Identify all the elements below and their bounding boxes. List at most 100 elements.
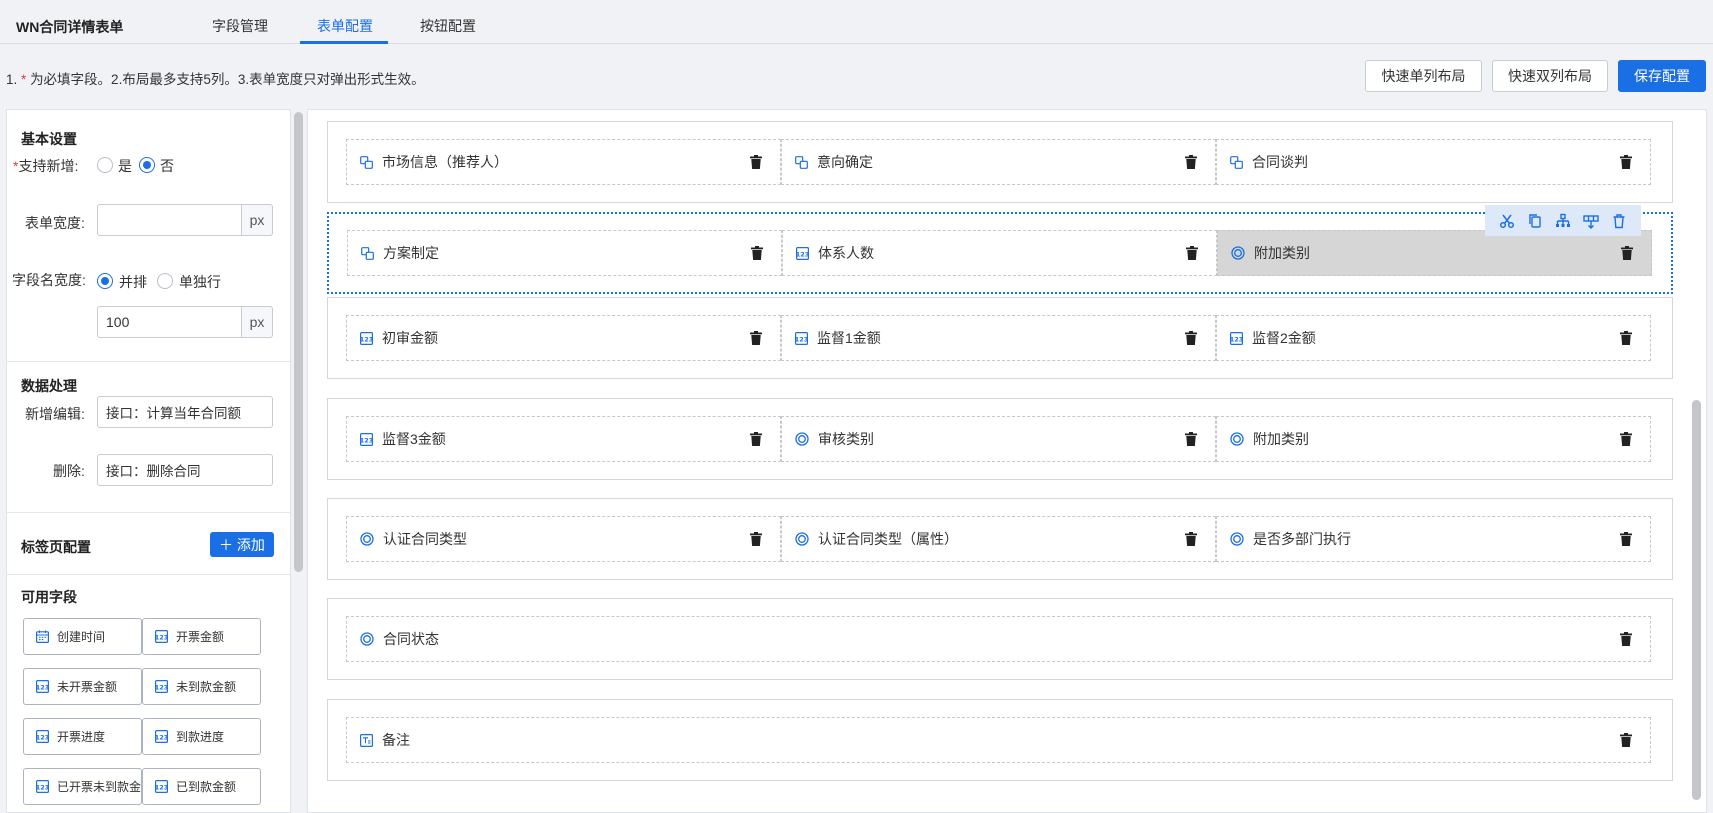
field-cell[interactable]: 123 监督1金额 bbox=[781, 315, 1216, 361]
name-width-side-by-side-radio[interactable] bbox=[97, 273, 113, 289]
quick-double-column-button[interactable]: 快速双列布局 bbox=[1492, 60, 1608, 92]
split-icon[interactable] bbox=[1554, 212, 1572, 230]
form-width-input[interactable] bbox=[97, 204, 242, 236]
trash-icon[interactable] bbox=[1186, 246, 1198, 260]
app-title: WN合同详情表单 bbox=[16, 19, 124, 35]
available-field-chip[interactable]: 123 未开票金额 bbox=[23, 668, 142, 705]
layout-row[interactable]: 市场信息（推荐人） 意向确定 合同谈判 bbox=[327, 121, 1673, 203]
field-cell[interactable]: 附加类别 bbox=[1217, 230, 1652, 276]
layout-row[interactable]: 合同状态 bbox=[327, 598, 1673, 680]
field-cell[interactable]: 备注 bbox=[346, 717, 1651, 763]
available-field-chip[interactable]: 123 开票进度 bbox=[23, 718, 142, 755]
field-cell[interactable]: 123 体系人数 bbox=[782, 230, 1217, 276]
layout-row-selected[interactable]: 方案制定 123 体系人数 附加类别 bbox=[327, 212, 1673, 294]
trash-icon[interactable] bbox=[1620, 532, 1632, 546]
allow-add-no-label: 否 bbox=[160, 158, 174, 174]
trash-icon[interactable] bbox=[1185, 155, 1197, 169]
name-width-input[interactable]: 100 bbox=[97, 306, 242, 338]
svg-text:123: 123 bbox=[796, 250, 809, 258]
available-field-chip[interactable]: 123 未到款金额 bbox=[142, 668, 261, 705]
svg-text:123: 123 bbox=[155, 683, 168, 691]
trash-icon[interactable] bbox=[750, 532, 762, 546]
field-cell[interactable]: 123 初审金额 bbox=[346, 315, 781, 361]
tab-form-config[interactable]: 表单配置 bbox=[317, 16, 373, 36]
field-label: 附加类别 bbox=[1254, 245, 1310, 261]
field-label: 合同状态 bbox=[383, 631, 439, 647]
field-cell[interactable]: 123 监督2金额 bbox=[1216, 315, 1651, 361]
field-cell[interactable]: 合同谈判 bbox=[1216, 139, 1651, 185]
field-label: 审核类别 bbox=[818, 431, 874, 447]
field-label: 初审金额 bbox=[382, 330, 438, 346]
number-icon: 123 bbox=[36, 730, 49, 743]
canvas-scrollbar[interactable] bbox=[1692, 400, 1701, 800]
trash-icon[interactable] bbox=[751, 246, 763, 260]
link-icon bbox=[361, 246, 374, 260]
available-field-chip[interactable]: 123 到款进度 bbox=[142, 718, 261, 755]
layout-row[interactable]: 备注 bbox=[327, 699, 1673, 781]
svg-text:123: 123 bbox=[1230, 335, 1243, 343]
delete-icon[interactable] bbox=[1610, 212, 1628, 230]
field-label: 未开票金额 bbox=[57, 680, 118, 694]
field-cell[interactable]: 是否多部门执行 bbox=[1216, 516, 1651, 562]
active-tab-indicator bbox=[300, 41, 388, 44]
basic-settings-title: 基本设置 bbox=[21, 131, 77, 147]
layout-row[interactable]: 认证合同类型 认证合同类型（属性） 是否多部门执行 bbox=[327, 498, 1673, 580]
add-tab-button[interactable]: ＋ 添加 bbox=[210, 532, 274, 557]
tab-field-management[interactable]: 字段管理 bbox=[212, 16, 268, 36]
trash-icon[interactable] bbox=[750, 331, 762, 345]
name-width-label: 字段名宽度: bbox=[12, 272, 86, 288]
layout-row[interactable]: 123 监督3金额 审核类别 附加类别 bbox=[327, 398, 1673, 480]
allow-add-no-radio[interactable] bbox=[139, 157, 155, 173]
field-cell[interactable]: 方案制定 bbox=[347, 230, 782, 276]
add-edit-input[interactable]: 接口：计算当年合同额 bbox=[97, 396, 273, 428]
trash-icon[interactable] bbox=[1185, 432, 1197, 446]
trash-icon[interactable] bbox=[1621, 246, 1633, 260]
available-field-chip[interactable]: 123 已到款金额 bbox=[142, 768, 261, 805]
field-label: 备注 bbox=[382, 732, 410, 748]
field-cell[interactable]: 附加类别 bbox=[1216, 416, 1651, 462]
data-processing-title: 数据处理 bbox=[21, 378, 77, 394]
trash-icon[interactable] bbox=[750, 155, 762, 169]
trash-icon[interactable] bbox=[1620, 432, 1632, 446]
available-field-chip[interactable]: 123 已开票未到款金额 bbox=[23, 768, 142, 805]
svg-text:123: 123 bbox=[360, 335, 373, 343]
number-icon: 123 bbox=[155, 680, 168, 693]
field-cell[interactable]: 认证合同类型 bbox=[346, 516, 781, 562]
svg-text:123: 123 bbox=[155, 733, 168, 741]
available-field-chip[interactable]: 123 开票金额 bbox=[142, 618, 261, 655]
field-cell[interactable]: 意向确定 bbox=[781, 139, 1216, 185]
insert-column-icon[interactable] bbox=[1582, 212, 1600, 230]
field-cell[interactable]: 认证合同类型（属性） bbox=[781, 516, 1216, 562]
textarea-icon bbox=[360, 733, 373, 747]
trash-icon[interactable] bbox=[1620, 733, 1632, 747]
trash-icon[interactable] bbox=[1185, 331, 1197, 345]
trash-icon[interactable] bbox=[1620, 155, 1632, 169]
trash-icon[interactable] bbox=[1620, 632, 1632, 646]
field-label: 到款进度 bbox=[176, 730, 225, 744]
quick-single-column-button[interactable]: 快速单列布局 bbox=[1365, 60, 1482, 92]
number-icon: 123 bbox=[360, 432, 373, 446]
field-cell[interactable]: 市场信息（推荐人） bbox=[346, 139, 781, 185]
delete-input[interactable]: 接口：删除合同 bbox=[97, 454, 273, 486]
trash-icon[interactable] bbox=[1620, 331, 1632, 345]
left-panel-scrollbar[interactable] bbox=[294, 112, 303, 572]
field-cell[interactable]: 审核类别 bbox=[781, 416, 1216, 462]
save-config-button[interactable]: 保存配置 bbox=[1618, 60, 1706, 92]
calendar-icon bbox=[36, 630, 49, 643]
divider bbox=[7, 361, 290, 362]
available-field-chip[interactable]: 创建时间 bbox=[23, 618, 142, 655]
trash-icon[interactable] bbox=[750, 432, 762, 446]
number-icon: 123 bbox=[360, 331, 373, 345]
single-line-label: 单独行 bbox=[179, 274, 221, 290]
field-cell[interactable]: 合同状态 bbox=[346, 616, 1651, 662]
copy-icon[interactable] bbox=[1526, 212, 1544, 230]
trash-icon[interactable] bbox=[1185, 532, 1197, 546]
layout-row[interactable]: 123 初审金额 123 监督1金额 123 监督2金额 bbox=[327, 297, 1673, 379]
name-width-single-line-radio[interactable] bbox=[157, 273, 173, 289]
tab-button-config[interactable]: 按钮配置 bbox=[420, 16, 476, 36]
allow-add-yes-radio[interactable] bbox=[97, 157, 113, 173]
cut-icon[interactable] bbox=[1498, 212, 1516, 230]
field-label: 意向确定 bbox=[817, 154, 873, 170]
tip-prefix: 1. bbox=[6, 72, 18, 87]
field-cell[interactable]: 123 监督3金额 bbox=[346, 416, 781, 462]
